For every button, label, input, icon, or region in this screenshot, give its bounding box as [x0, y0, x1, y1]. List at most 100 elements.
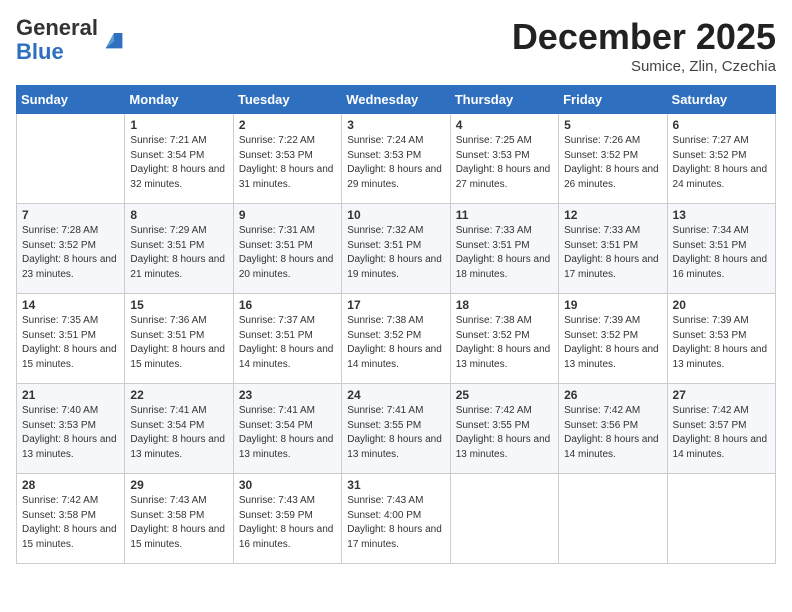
col-header-thursday: Thursday — [450, 86, 558, 114]
cell-info: Sunrise: 7:42 AMSunset: 3:57 PMDaylight:… — [673, 404, 770, 462]
day-number: 27 — [673, 388, 770, 402]
day-number: 15 — [130, 298, 227, 312]
calendar-cell — [17, 114, 125, 204]
calendar-cell: 24 Sunrise: 7:41 AMSunset: 3:55 PMDayligh… — [342, 384, 450, 474]
cell-info: Sunrise: 7:33 AMSunset: 3:51 PMDaylight:… — [564, 224, 661, 282]
col-header-friday: Friday — [559, 86, 667, 114]
logo: General Blue — [16, 16, 128, 64]
calendar-cell: 18 Sunrise: 7:38 AMSunset: 3:52 PMDayligh… — [450, 294, 558, 384]
day-number: 17 — [347, 298, 444, 312]
calendar-cell: 14Sunrise: 7:35 AMSunset: 3:51 PMDayligh… — [17, 294, 125, 384]
day-number: 31 — [347, 478, 444, 492]
cell-info: Sunrise: 7:36 AMSunset: 3:51 PMDaylight:… — [130, 314, 227, 372]
calendar-cell: 1Sunrise: 7:21 AMSunset: 3:54 PMDaylight… — [125, 114, 233, 204]
day-number: 30 — [239, 478, 336, 492]
calendar-cell: 17Sunrise: 7:38 AMSunset: 3:52 PMDayligh… — [342, 294, 450, 384]
cell-info: Sunrise: 7:27 AMSunset: 3:52 PMDaylight:… — [673, 134, 770, 192]
cell-info: Sunrise: 7:39 AMSunset: 3:52 PMDaylight:… — [564, 314, 661, 372]
day-number: 10 — [347, 208, 444, 222]
page-header: General Blue December 2025 Sumice, Zlin,… — [16, 16, 776, 75]
cell-info: Sunrise: 7:42 AMSunset: 3:56 PMDaylight:… — [564, 404, 661, 462]
calendar-cell — [559, 474, 667, 564]
calendar-cell: 2 Sunrise: 7:22 AMSunset: 3:53 PMDaylight… — [233, 114, 341, 204]
calendar-cell: 3Sunrise: 7:24 AMSunset: 3:53 PMDaylight… — [342, 114, 450, 204]
calendar-cell: 4 Sunrise: 7:25 AMSunset: 3:53 PMDaylight… — [450, 114, 558, 204]
calendar-header-row: SundayMondayTuesdayWednesdayThursdayFrid… — [17, 86, 776, 114]
day-number: 2 — [239, 118, 336, 132]
day-number: 14 — [22, 298, 119, 312]
cell-info: Sunrise: 7:37 AMSunset: 3:51 PMDaylight:… — [239, 314, 336, 372]
day-number: 6 — [673, 118, 770, 132]
day-number: 12 — [564, 208, 661, 222]
cell-info: Sunrise: 7:32 AMSunset: 3:51 PMDaylight:… — [347, 224, 444, 282]
day-number: 25 — [456, 388, 553, 402]
logo-blue: Blue — [16, 39, 64, 64]
cell-info: Sunrise: 7:33 AMSunset: 3:51 PMDaylight:… — [456, 224, 553, 282]
col-header-sunday: Sunday — [17, 86, 125, 114]
day-number: 20 — [673, 298, 770, 312]
calendar-cell: 15 Sunrise: 7:36 AMSunset: 3:51 PMDayligh… — [125, 294, 233, 384]
calendar-cell: 5Sunrise: 7:26 AMSunset: 3:52 PMDaylight… — [559, 114, 667, 204]
cell-info: Sunrise: 7:41 AMSunset: 3:54 PMDaylight:… — [239, 404, 336, 462]
calendar-cell: 19 Sunrise: 7:39 AMSunset: 3:52 PMDayligh… — [559, 294, 667, 384]
col-header-wednesday: Wednesday — [342, 86, 450, 114]
calendar-cell: 6 Sunrise: 7:27 AMSunset: 3:52 PMDaylight… — [667, 114, 775, 204]
calendar-cell: 20Sunrise: 7:39 AMSunset: 3:53 PMDayligh… — [667, 294, 775, 384]
calendar-cell: 28Sunrise: 7:42 AMSunset: 3:58 PMDayligh… — [17, 474, 125, 564]
day-number: 8 — [130, 208, 227, 222]
location: Sumice, Zlin, Czechia — [512, 58, 776, 75]
calendar-cell: 29Sunrise: 7:43 AMSunset: 3:58 PMDayligh… — [125, 474, 233, 564]
cell-info: Sunrise: 7:28 AMSunset: 3:52 PMDaylight:… — [22, 224, 119, 282]
calendar-cell: 27 Sunrise: 7:42 AMSunset: 3:57 PMDayligh… — [667, 384, 775, 474]
day-number: 4 — [456, 118, 553, 132]
col-header-saturday: Saturday — [667, 86, 775, 114]
day-number: 3 — [347, 118, 444, 132]
month-title: December 2025 — [512, 16, 776, 58]
day-number: 11 — [456, 208, 553, 222]
calendar-cell: 10 Sunrise: 7:32 AMSunset: 3:51 PMDayligh… — [342, 204, 450, 294]
calendar-body: 1Sunrise: 7:21 AMSunset: 3:54 PMDaylight… — [17, 114, 776, 564]
week-row-5: 28Sunrise: 7:42 AMSunset: 3:58 PMDayligh… — [17, 474, 776, 564]
cell-info: Sunrise: 7:31 AMSunset: 3:51 PMDaylight:… — [239, 224, 336, 282]
cell-info: Sunrise: 7:43 AMSunset: 4:00 PMDaylight:… — [347, 494, 444, 552]
logo-icon — [100, 26, 128, 54]
day-number: 5 — [564, 118, 661, 132]
calendar-cell: 21 Sunrise: 7:40 AMSunset: 3:53 PMDayligh… — [17, 384, 125, 474]
day-number: 18 — [456, 298, 553, 312]
cell-info: Sunrise: 7:40 AMSunset: 3:53 PMDaylight:… — [22, 404, 119, 462]
logo-general: General — [16, 15, 98, 40]
day-number: 23 — [239, 388, 336, 402]
title-block: December 2025 Sumice, Zlin, Czechia — [512, 16, 776, 75]
week-row-4: 21 Sunrise: 7:40 AMSunset: 3:53 PMDayligh… — [17, 384, 776, 474]
cell-info: Sunrise: 7:25 AMSunset: 3:53 PMDaylight:… — [456, 134, 553, 192]
week-row-1: 1Sunrise: 7:21 AMSunset: 3:54 PMDaylight… — [17, 114, 776, 204]
calendar-cell: 8Sunrise: 7:29 AMSunset: 3:51 PMDaylight… — [125, 204, 233, 294]
week-row-3: 14Sunrise: 7:35 AMSunset: 3:51 PMDayligh… — [17, 294, 776, 384]
cell-info: Sunrise: 7:22 AMSunset: 3:53 PMDaylight:… — [239, 134, 336, 192]
calendar-cell: 30 Sunrise: 7:43 AMSunset: 3:59 PMDayligh… — [233, 474, 341, 564]
calendar-cell — [450, 474, 558, 564]
cell-info: Sunrise: 7:21 AMSunset: 3:54 PMDaylight:… — [130, 134, 227, 192]
logo-text: General Blue — [16, 16, 128, 64]
cell-info: Sunrise: 7:34 AMSunset: 3:51 PMDaylight:… — [673, 224, 770, 282]
calendar-cell: 22Sunrise: 7:41 AMSunset: 3:54 PMDayligh… — [125, 384, 233, 474]
calendar-cell: 26 Sunrise: 7:42 AMSunset: 3:56 PMDayligh… — [559, 384, 667, 474]
week-row-2: 7Sunrise: 7:28 AMSunset: 3:52 PMDaylight… — [17, 204, 776, 294]
calendar-cell: 7Sunrise: 7:28 AMSunset: 3:52 PMDaylight… — [17, 204, 125, 294]
calendar-cell: 25 Sunrise: 7:42 AMSunset: 3:55 PMDayligh… — [450, 384, 558, 474]
day-number: 26 — [564, 388, 661, 402]
col-header-monday: Monday — [125, 86, 233, 114]
calendar-cell: 13Sunrise: 7:34 AMSunset: 3:51 PMDayligh… — [667, 204, 775, 294]
day-number: 21 — [22, 388, 119, 402]
cell-info: Sunrise: 7:38 AMSunset: 3:52 PMDaylight:… — [456, 314, 553, 372]
day-number: 16 — [239, 298, 336, 312]
cell-info: Sunrise: 7:43 AMSunset: 3:59 PMDaylight:… — [239, 494, 336, 552]
cell-info: Sunrise: 7:42 AMSunset: 3:55 PMDaylight:… — [456, 404, 553, 462]
calendar-table: SundayMondayTuesdayWednesdayThursdayFrid… — [16, 85, 776, 564]
day-number: 19 — [564, 298, 661, 312]
day-number: 24 — [347, 388, 444, 402]
cell-info: Sunrise: 7:42 AMSunset: 3:58 PMDaylight:… — [22, 494, 119, 552]
calendar-cell — [667, 474, 775, 564]
calendar-cell: 11 Sunrise: 7:33 AMSunset: 3:51 PMDayligh… — [450, 204, 558, 294]
cell-info: Sunrise: 7:41 AMSunset: 3:55 PMDaylight:… — [347, 404, 444, 462]
